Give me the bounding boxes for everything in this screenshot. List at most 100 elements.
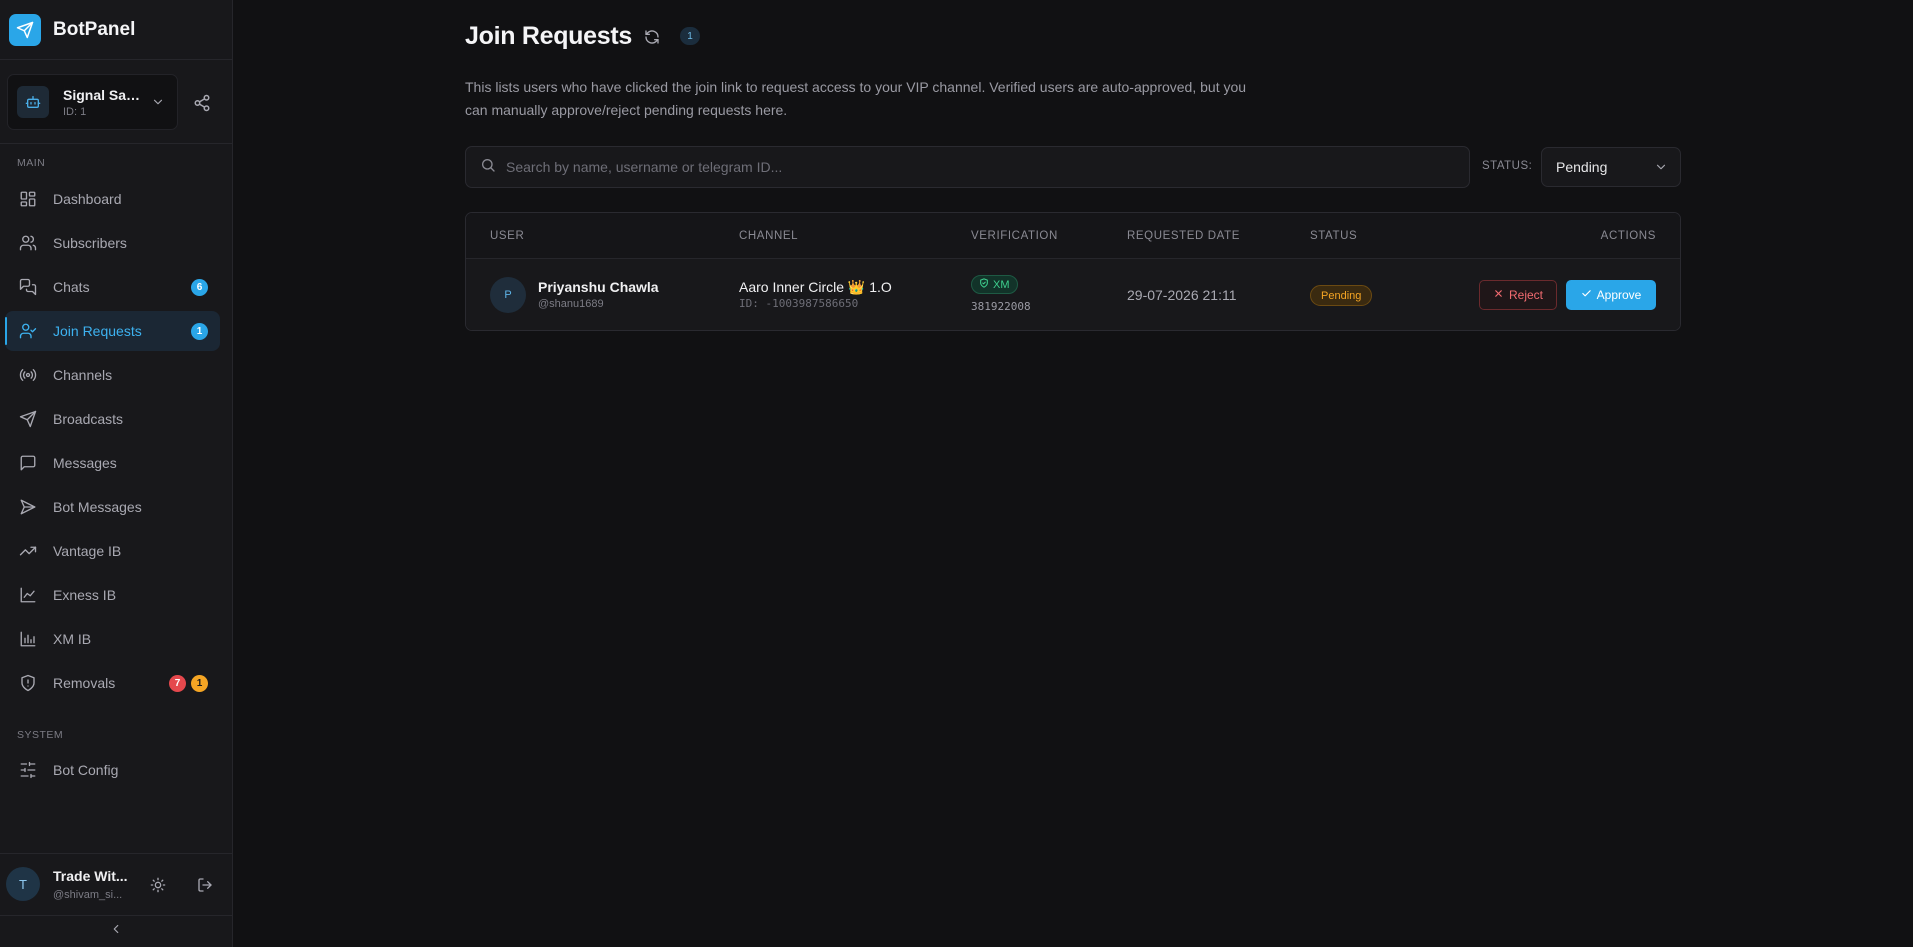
share-icon[interactable] (190, 91, 214, 115)
reject-button[interactable]: Reject (1479, 280, 1557, 310)
channel-id: ID: -1003987586650 (739, 297, 859, 310)
collapse-sidebar-button[interactable] (0, 915, 232, 947)
column-header-user: USER (490, 230, 525, 242)
logout-icon[interactable] (195, 875, 215, 895)
bot-selector[interactable]: Signal Saa... ID: 1 (7, 74, 178, 130)
x-icon (1493, 288, 1504, 302)
column-header-channel: CHANNEL (739, 230, 799, 242)
page-description: This lists users who have clicked the jo… (465, 79, 1247, 118)
sidebar-item-dashboard[interactable]: Dashboard (5, 179, 220, 219)
sidebar-item-label: XM IB (53, 631, 92, 647)
sidebar-item-label: Chats (53, 279, 90, 295)
send-icon (17, 408, 39, 430)
sidebar-item-chats[interactable]: Chats 6 (5, 267, 220, 307)
sidebar-item-removals[interactable]: Removals 7 1 (5, 663, 220, 703)
send-arrow-icon (17, 496, 39, 518)
avatar: P (490, 277, 526, 313)
column-header-requested-date: REQUESTED DATE (1127, 230, 1240, 242)
user-name: Priyanshu Chawla (538, 279, 659, 295)
sidebar-item-label: Join Requests (53, 323, 142, 339)
approve-button[interactable]: Approve (1566, 280, 1656, 310)
bar-chart-icon (17, 628, 39, 650)
removals-count-badge: 7 (169, 675, 186, 692)
chevron-down-icon (151, 95, 165, 114)
sliders-icon (17, 759, 39, 781)
status-filter-select[interactable]: Pending (1541, 147, 1681, 187)
refresh-icon[interactable] (641, 26, 663, 48)
status-badge: Pending (1310, 285, 1373, 306)
page-title: Join Requests (465, 22, 632, 50)
search-icon (480, 157, 496, 178)
sidebar-item-label: Messages (53, 455, 117, 471)
sidebar-item-label: Vantage IB (53, 543, 122, 559)
column-header-verification: VERIFICATION (971, 230, 1058, 242)
sidebar-item-label: Subscribers (53, 235, 127, 251)
brand-name: BotPanel (53, 18, 136, 40)
sidebar-item-xm-ib[interactable]: XM IB (5, 619, 220, 659)
chats-count-badge: 6 (191, 279, 208, 296)
sidebar-item-bot-config[interactable]: Bot Config (5, 750, 220, 790)
chat-bubbles-icon (17, 276, 39, 298)
sidebar-item-bot-messages[interactable]: Bot Messages (5, 487, 220, 527)
sidebar-item-label: Dashboard (53, 191, 122, 207)
sidebar-item-vantage-ib[interactable]: Vantage IB (5, 531, 220, 571)
sidebar-item-label: Channels (53, 367, 113, 383)
verification-broker: XM (993, 278, 1010, 291)
brand[interactable]: BotPanel (0, 0, 232, 60)
table-header: USER CHANNEL VERIFICATION REQUESTED DATE… (466, 213, 1680, 259)
check-icon (1581, 288, 1592, 302)
search-bar (465, 146, 1470, 188)
requested-date: 29-07-2026 21:11 (1127, 287, 1237, 303)
bot-icon (17, 86, 49, 118)
channel-name: Aaro Inner Circle 👑 1.O (739, 279, 892, 295)
column-header-status: STATUS (1310, 230, 1358, 242)
bot-id: ID: 1 (63, 105, 87, 118)
sun-icon[interactable] (148, 875, 168, 895)
sidebar-item-messages[interactable]: Messages (5, 443, 220, 483)
sidebar: BotPanel Signal Saa... ID: 1 MAIN Dashbo… (0, 0, 233, 947)
join-requests-table: USER CHANNEL VERIFICATION REQUESTED DATE… (465, 212, 1681, 331)
sidebar-item-subscribers[interactable]: Subscribers (5, 223, 220, 263)
sidebar-item-label: Bot Config (53, 762, 119, 778)
telegram-logo-icon (9, 13, 41, 46)
sidebar-item-channels[interactable]: Channels (5, 355, 220, 395)
bot-name: Signal Saa... (63, 86, 145, 103)
sidebar-item-exness-ib[interactable]: Exness IB (5, 575, 220, 615)
grid-icon (17, 188, 39, 210)
section-label-system: SYSTEM (17, 729, 64, 741)
users-icon (17, 232, 39, 254)
chevron-down-icon (1654, 160, 1668, 177)
avatar[interactable]: T (6, 867, 40, 901)
user-check-icon (17, 320, 39, 342)
sidebar-item-label: Bot Messages (53, 499, 142, 515)
approve-label: Approve (1596, 288, 1642, 302)
verification-id: 381922008 (971, 300, 1031, 313)
user-profile: T Trade Wit... @shivam_si... (0, 853, 232, 915)
sidebar-item-broadcasts[interactable]: Broadcasts (5, 399, 220, 439)
sidebar-item-label: Exness IB (53, 587, 117, 603)
verification-badge: XM (971, 275, 1018, 294)
user-handle: @shanu1689 (538, 298, 604, 310)
join-requests-count-badge: 1 (191, 323, 208, 340)
radio-icon (17, 364, 39, 386)
table-row: P Priyanshu Chawla @shanu1689 Aaro Inner… (466, 259, 1680, 330)
line-chart-icon (17, 584, 39, 606)
reject-label: Reject (1508, 288, 1543, 302)
shield-alert-icon (17, 672, 39, 694)
sidebar-item-label: Broadcasts (53, 411, 124, 427)
chevron-left-icon (109, 922, 123, 941)
sidebar-item-label: Removals (53, 675, 116, 691)
status-filter-label: STATUS: (1482, 160, 1533, 172)
trending-up-icon (17, 540, 39, 562)
status-filter-value: Pending (1556, 159, 1608, 175)
removals-pending-badge: 1 (191, 675, 208, 692)
sidebar-item-join-requests[interactable]: Join Requests 1 (5, 311, 220, 351)
user-handle: @shivam_si... (53, 889, 123, 901)
section-label-main: MAIN (17, 157, 46, 169)
message-square-icon (17, 452, 39, 474)
request-count-badge: 1 (680, 27, 700, 45)
search-input[interactable] (506, 159, 1469, 175)
shield-check-icon (979, 278, 989, 291)
user-name: Trade Wit... (53, 868, 128, 884)
column-header-actions: ACTIONS (1600, 230, 1656, 242)
